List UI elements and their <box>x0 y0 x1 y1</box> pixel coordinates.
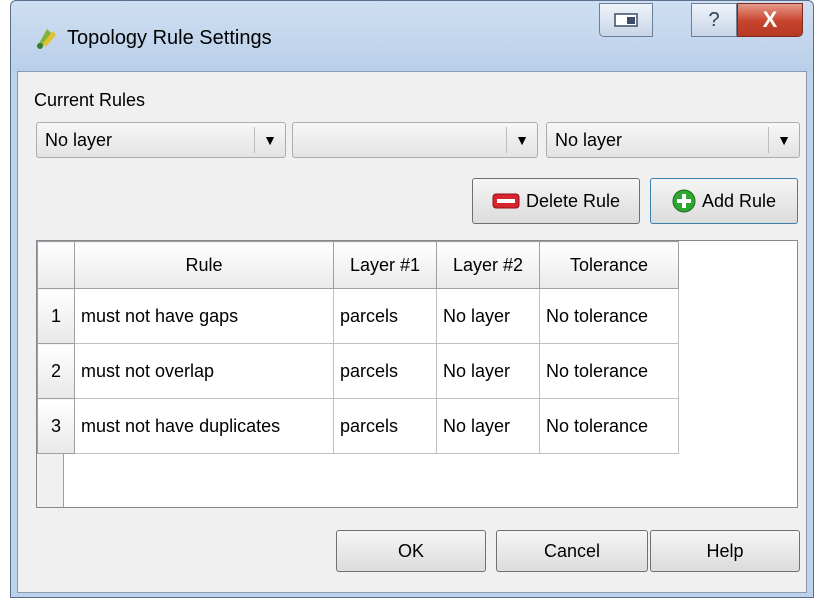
column-header-layer2[interactable]: Layer #2 <box>436 241 540 289</box>
tolerance-cell[interactable]: No tolerance <box>539 398 679 454</box>
cancel-button[interactable]: Cancel <box>496 530 648 572</box>
select-value: No layer <box>555 130 623 150</box>
close-icon: X <box>762 7 778 32</box>
rule-layer1-select[interactable]: No layer ▼ <box>36 122 286 158</box>
tolerance-cell[interactable]: No tolerance <box>539 288 679 344</box>
help-title-button[interactable]: ? <box>691 3 737 37</box>
layer1-cell[interactable]: parcels <box>333 398 437 454</box>
window-title: Topology Rule Settings <box>67 27 272 49</box>
restore-button[interactable] <box>599 3 653 37</box>
rule-layer2-select[interactable]: No layer ▼ <box>546 122 800 158</box>
table-row[interactable]: 3 must not have duplicates parcels No la… <box>37 398 679 454</box>
row-number[interactable]: 3 <box>37 398 75 454</box>
layer1-cell[interactable]: parcels <box>333 343 437 399</box>
column-header-tolerance[interactable]: Tolerance <box>539 241 679 289</box>
delete-rule-label: Delete Rule <box>525 190 621 211</box>
minus-icon <box>492 191 520 211</box>
column-header-layer1[interactable]: Layer #1 <box>333 241 437 289</box>
dropdown-arrow-icon: ▼ <box>254 127 285 153</box>
add-rule-button[interactable]: Add Rule <box>650 178 798 224</box>
layer2-cell[interactable]: No layer <box>436 343 540 399</box>
delete-rule-button[interactable]: Delete Rule <box>472 178 640 224</box>
layer2-cell[interactable]: No layer <box>436 288 540 344</box>
table-corner[interactable] <box>37 241 75 289</box>
column-header-rule[interactable]: Rule <box>74 241 334 289</box>
dropdown-arrow-icon: ▼ <box>768 127 799 153</box>
title-bar[interactable]: Topology Rule Settings ? X <box>11 1 813 71</box>
table-row[interactable]: 1 must not have gaps parcels No layer No… <box>37 288 679 344</box>
dropdown-arrow-icon: ▼ <box>506 127 537 153</box>
question-icon: ? <box>708 8 720 31</box>
row-number[interactable]: 2 <box>37 343 75 399</box>
rule-cell[interactable]: must not overlap <box>74 343 334 399</box>
ok-button[interactable]: OK <box>336 530 486 572</box>
help-button[interactable]: Help <box>650 530 800 572</box>
table-row[interactable]: 2 must not overlap parcels No layer No t… <box>37 343 679 399</box>
current-rules-label: Current Rules <box>34 90 146 110</box>
add-rule-label: Add Rule <box>701 190 777 211</box>
rule-cell[interactable]: must not have gaps <box>74 288 334 344</box>
restore-icon <box>614 13 638 27</box>
plus-icon <box>672 189 696 213</box>
qgis-topology-icon <box>37 29 56 49</box>
row-number[interactable]: 1 <box>37 288 75 344</box>
tolerance-cell[interactable]: No tolerance <box>539 343 679 399</box>
rule-cell[interactable]: must not have duplicates <box>74 398 334 454</box>
close-button[interactable]: X <box>737 3 803 37</box>
layer2-cell[interactable]: No layer <box>436 398 540 454</box>
layer1-cell[interactable]: parcels <box>333 288 437 344</box>
rule-type-select[interactable]: ▼ <box>292 122 538 158</box>
rules-table[interactable]: Rule Layer #1 Layer #2 Tolerance 1 must … <box>36 240 798 508</box>
select-value: No layer <box>45 130 113 150</box>
